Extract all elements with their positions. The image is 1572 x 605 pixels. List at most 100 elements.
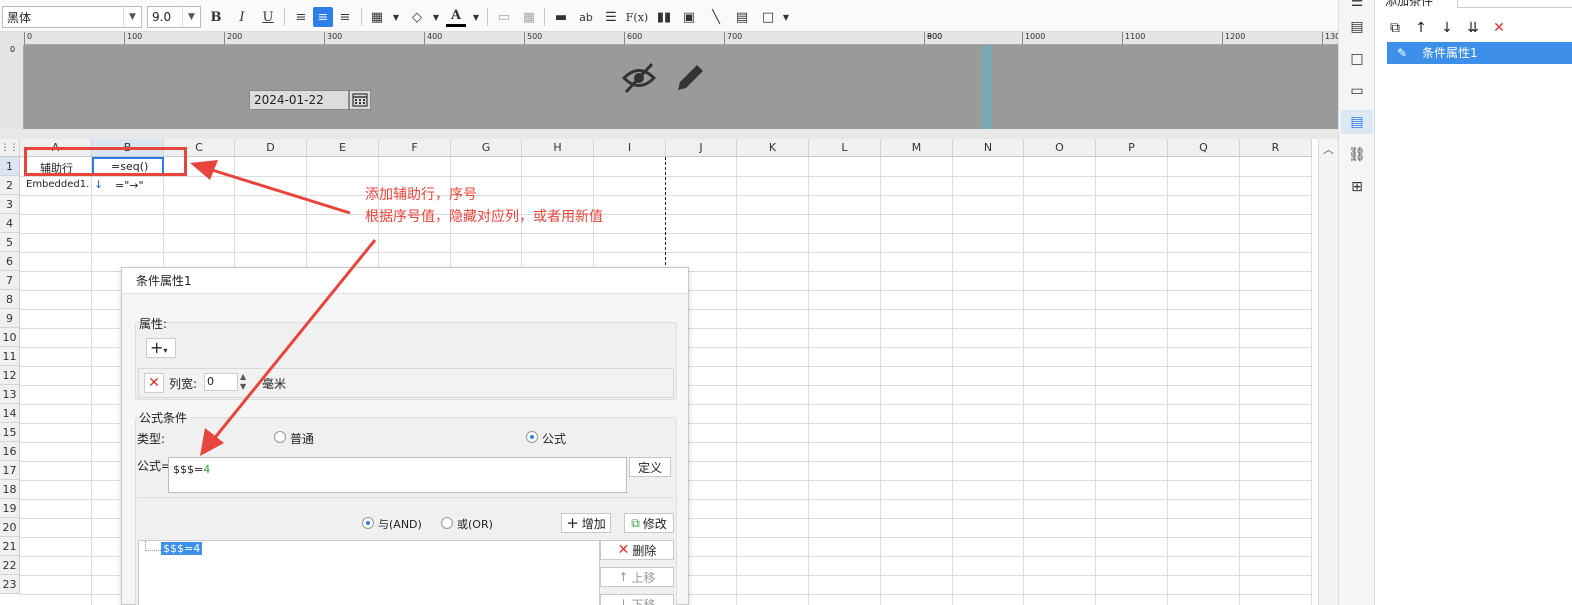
cell-a2[interactable]: Embedded1. bbox=[26, 179, 89, 190]
row-header[interactable]: 8 bbox=[0, 290, 20, 309]
condition-list-item[interactable]: $$$=4 bbox=[161, 542, 203, 555]
column-header[interactable]: G bbox=[451, 139, 522, 157]
column-width-stepper[interactable]: ▲ ▼ bbox=[240, 372, 254, 392]
type-normal-radio[interactable] bbox=[274, 431, 286, 443]
insert-line-button[interactable]: ▬ bbox=[551, 7, 571, 27]
column-header[interactable]: O bbox=[1024, 139, 1096, 157]
remove-property-button[interactable]: ✕ bbox=[144, 373, 164, 393]
row-header[interactable]: 5 bbox=[0, 233, 20, 252]
scroll-up-icon[interactable]: ︿ bbox=[1323, 141, 1334, 157]
widget-settings-icon[interactable]: ▭ bbox=[1347, 81, 1367, 101]
row-header[interactable]: 16 bbox=[0, 442, 20, 461]
column-header[interactable]: Q bbox=[1168, 139, 1240, 157]
condition-list-item[interactable]: ✎ 条件属性1 bbox=[1387, 42, 1572, 64]
date-input[interactable]: 2024-01-22 bbox=[249, 90, 349, 110]
formula-button[interactable]: F(x) bbox=[626, 7, 648, 27]
column-header[interactable]: D bbox=[235, 139, 307, 157]
column-header[interactable]: I bbox=[594, 139, 666, 157]
column-header[interactable]: M bbox=[881, 139, 953, 157]
tree-structure-icon[interactable]: ⊞ bbox=[1347, 177, 1367, 197]
and-radio[interactable] bbox=[362, 517, 374, 529]
cell-element-icon[interactable]: □ bbox=[1347, 49, 1367, 69]
chevron-down-icon[interactable]: ▼ bbox=[426, 7, 446, 27]
cell-property-icon[interactable]: ▤ bbox=[1347, 17, 1367, 37]
font-size-select[interactable]: 9.0 ▼ bbox=[147, 6, 201, 28]
paragraph-button[interactable]: ☰ bbox=[601, 7, 621, 27]
chevron-down-icon[interactable]: ▼ bbox=[123, 7, 141, 27]
add-property-button[interactable]: +▾ bbox=[146, 338, 176, 358]
row-header[interactable]: 6 bbox=[0, 252, 20, 271]
define-button[interactable]: 定义 bbox=[629, 457, 671, 477]
border-button[interactable]: ▦ bbox=[367, 7, 387, 27]
type-formula-radio[interactable] bbox=[526, 431, 538, 443]
row-header[interactable]: 14 bbox=[0, 404, 20, 423]
move-up-condition-button[interactable]: ↑ 上移 bbox=[600, 567, 674, 587]
row-header[interactable]: 20 bbox=[0, 518, 20, 537]
column-header[interactable]: L bbox=[809, 139, 881, 157]
column-header[interactable]: R bbox=[1240, 139, 1312, 157]
calendar-button[interactable] bbox=[349, 90, 371, 110]
row-header[interactable]: 13 bbox=[0, 385, 20, 404]
align-left-button[interactable]: ≡ bbox=[291, 7, 311, 27]
align-center-button[interactable]: ≡ bbox=[313, 7, 333, 27]
column-header[interactable]: N bbox=[953, 139, 1024, 157]
formula-input[interactable]: $$$=4 bbox=[168, 457, 627, 493]
grid-corner[interactable]: ⋮⋮ bbox=[0, 139, 20, 157]
bold-button[interactable]: B bbox=[206, 7, 226, 27]
delete-condition-button[interactable]: ✕ 删除 bbox=[600, 540, 674, 560]
panel-input[interactable] bbox=[1457, 0, 1572, 8]
move-down-condition-button[interactable]: ↓ 下移 bbox=[600, 594, 674, 605]
image-button[interactable]: ▣ bbox=[679, 7, 699, 27]
underline-button[interactable]: U bbox=[258, 7, 278, 27]
row-header[interactable]: 4 bbox=[0, 214, 20, 233]
column-header[interactable]: J bbox=[666, 139, 737, 157]
column-header[interactable]: P bbox=[1096, 139, 1168, 157]
column-header[interactable]: H bbox=[522, 139, 594, 157]
chevron-down-icon[interactable]: ▼ bbox=[466, 7, 486, 27]
row-header[interactable]: 10 bbox=[0, 328, 20, 347]
row-header[interactable]: 7 bbox=[0, 271, 20, 290]
move-up-button[interactable]: ↑ bbox=[1411, 18, 1431, 38]
widget-button[interactable]: ▤ bbox=[732, 7, 752, 27]
row-header[interactable]: 9 bbox=[0, 309, 20, 328]
row-header[interactable]: 17 bbox=[0, 461, 20, 480]
fill-color-button[interactable]: ◇ bbox=[407, 7, 427, 27]
cell-b2[interactable]: ="→" bbox=[115, 179, 144, 192]
chevron-down-icon[interactable]: ▼ bbox=[182, 7, 200, 27]
chevron-down-icon[interactable]: ▼ bbox=[776, 7, 796, 27]
modify-condition-button[interactable]: ⧉ 修改 bbox=[624, 513, 674, 533]
chevron-down-icon[interactable]: ▼ bbox=[386, 7, 406, 27]
column-header[interactable]: F bbox=[379, 139, 451, 157]
merge-cells-button[interactable]: ▭ bbox=[494, 7, 514, 27]
hide-eye-icon[interactable] bbox=[621, 61, 657, 95]
font-family-select[interactable]: 黑体 ▼ bbox=[2, 6, 142, 28]
italic-button[interactable]: I bbox=[232, 7, 252, 27]
text-format-button[interactable]: ab bbox=[576, 7, 596, 27]
row-header[interactable]: 3 bbox=[0, 195, 20, 214]
condition-list[interactable]: $$$=4 bbox=[138, 540, 600, 605]
row-header[interactable]: 15 bbox=[0, 423, 20, 442]
delete-button[interactable]: ✕ bbox=[1489, 18, 1509, 38]
copy-button[interactable]: ⧉ bbox=[1385, 18, 1405, 38]
add-condition-button[interactable]: + 增加 bbox=[561, 513, 611, 533]
row-header[interactable]: 12 bbox=[0, 366, 20, 385]
row-header[interactable]: 18 bbox=[0, 480, 20, 499]
row-header[interactable]: 22 bbox=[0, 556, 20, 575]
hyperlink-icon[interactable]: ⛓ bbox=[1347, 145, 1367, 165]
move-bottom-button[interactable]: ⇊ bbox=[1463, 18, 1483, 38]
split-cells-button[interactable]: ▦ bbox=[519, 7, 539, 27]
move-down-button[interactable]: ↓ bbox=[1437, 18, 1457, 38]
column-header[interactable]: E bbox=[307, 139, 379, 157]
row-header[interactable]: 19 bbox=[0, 499, 20, 518]
chart-button[interactable]: ▮▮ bbox=[654, 7, 674, 27]
vertical-scrollbar[interactable]: ︿ bbox=[1318, 139, 1338, 605]
condition-property-icon[interactable]: ▤ bbox=[1341, 110, 1373, 134]
edit-pencil-icon[interactable] bbox=[673, 61, 707, 95]
row-header[interactable]: 2 bbox=[0, 176, 20, 195]
row-header[interactable]: 11 bbox=[0, 347, 20, 366]
column-width-input[interactable]: 0 bbox=[204, 373, 238, 391]
or-radio[interactable] bbox=[441, 517, 453, 529]
column-header[interactable]: K bbox=[737, 139, 809, 157]
frame-button[interactable]: □ bbox=[758, 7, 778, 27]
row-header[interactable]: 1 bbox=[0, 157, 20, 176]
